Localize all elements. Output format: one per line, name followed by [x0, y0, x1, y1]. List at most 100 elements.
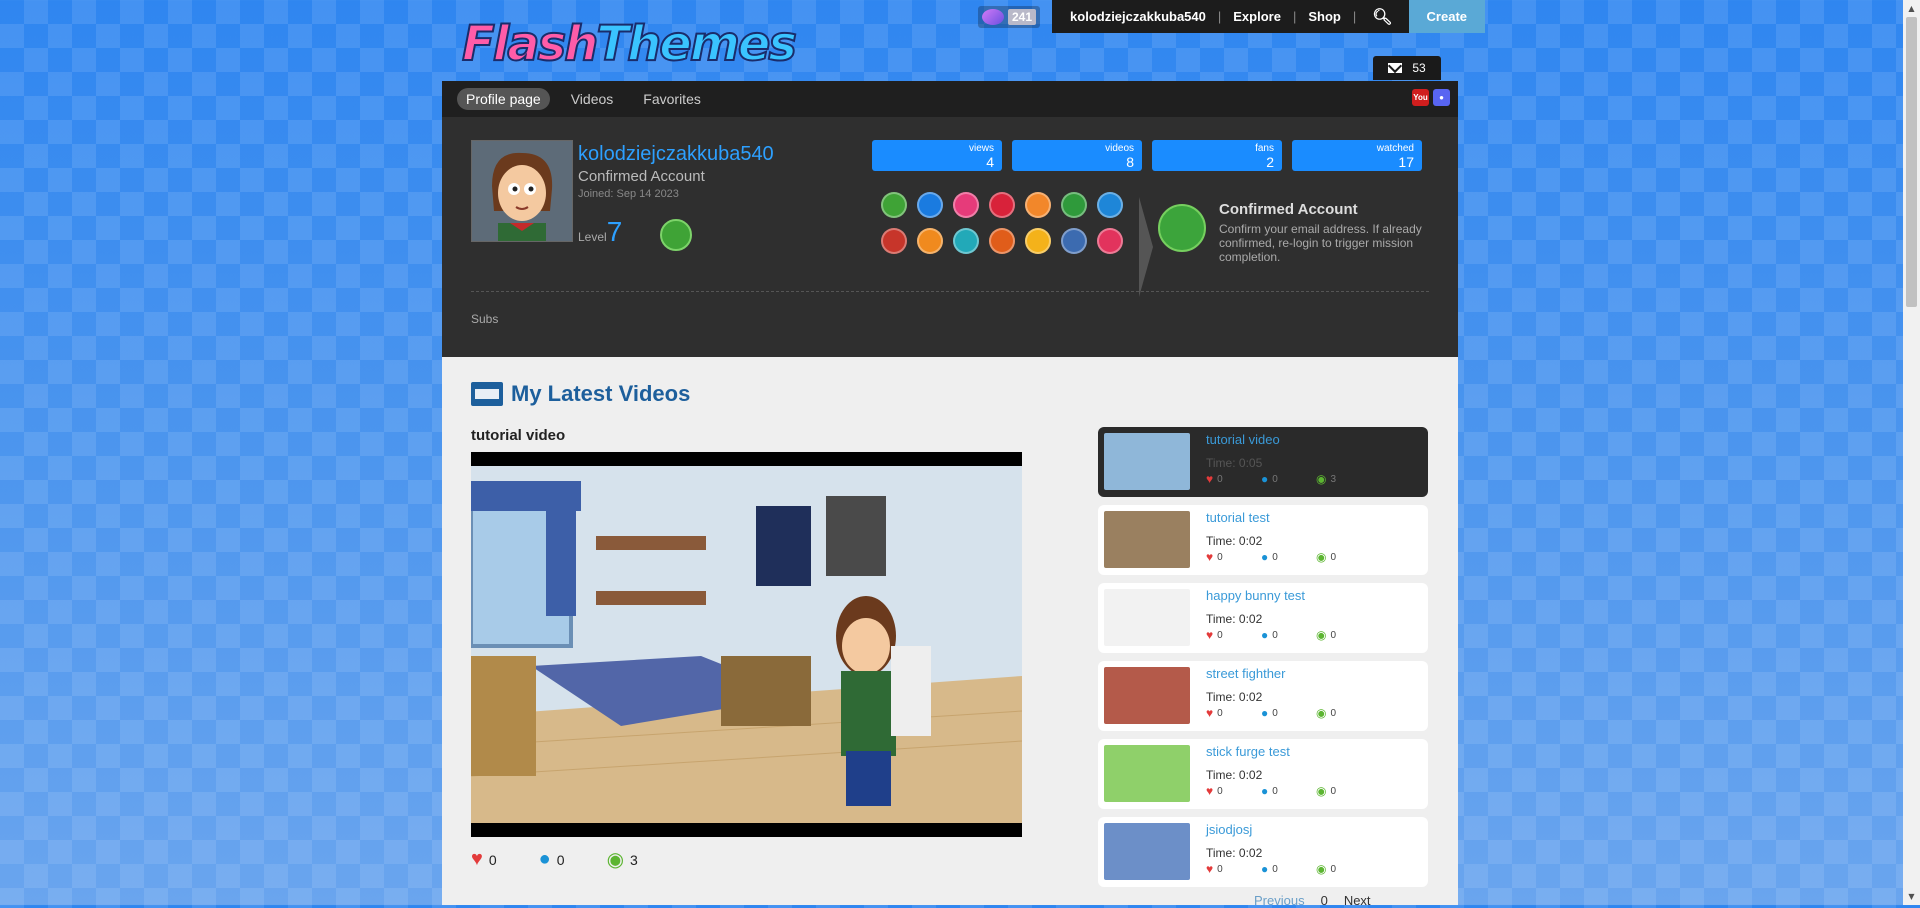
- tab-videos[interactable]: Videos: [562, 88, 623, 110]
- achievement-badge-icon[interactable]: [1097, 228, 1123, 254]
- video-duration: Time: 0:02: [1206, 534, 1263, 548]
- video-counts: ♥ 0 ● 0 ◉ 0: [1206, 784, 1371, 798]
- scroll-thumb[interactable]: [1906, 17, 1917, 307]
- logo-flash: Flash: [461, 15, 599, 73]
- achievement-badge-icon[interactable]: [1061, 228, 1087, 254]
- video-counts: ♥ 0 ● 0 ◉ 0: [1206, 706, 1371, 720]
- shop-link[interactable]: Shop: [1296, 0, 1353, 33]
- views-count: 0: [1330, 863, 1337, 875]
- views-count: 3: [1330, 473, 1337, 485]
- achievement-badge-icon[interactable]: [1097, 192, 1123, 218]
- current-video-stats: ♥ 0 ● 0 ◉ 3: [471, 847, 680, 872]
- latest-videos-heading: My Latest Videos: [471, 381, 690, 407]
- stat-videos: videos 8: [1012, 140, 1142, 171]
- stat-value: 17: [1398, 154, 1414, 170]
- stat-views: views 4: [872, 140, 1002, 171]
- video-title-link[interactable]: happy bunny test: [1206, 588, 1305, 603]
- scroll-up-icon[interactable]: ▲: [1903, 0, 1920, 17]
- comments-count: 0: [1272, 473, 1278, 485]
- achievement-badge-icon[interactable]: [1061, 192, 1087, 218]
- achievement-badge-icon[interactable]: [881, 192, 907, 218]
- stat-label: videos: [1105, 143, 1134, 154]
- video-thumbnail[interactable]: [1104, 667, 1190, 724]
- comment-icon: ●: [1261, 784, 1269, 798]
- video-thumbnail[interactable]: [1104, 589, 1190, 646]
- achievement-badge-icon[interactable]: [989, 228, 1015, 254]
- video-counts: ♥ 0 ● 0 ◉ 0: [1206, 862, 1371, 876]
- search-icon[interactable]: 🔍︎: [1356, 0, 1408, 33]
- achievement-badge-icon[interactable]: [953, 192, 979, 218]
- pagination: Previous 0 Next: [1254, 893, 1371, 908]
- stat-label: fans: [1255, 143, 1274, 154]
- avatar: [471, 140, 573, 242]
- explore-link[interactable]: Explore: [1221, 0, 1293, 33]
- views-count: 0: [1330, 785, 1337, 797]
- video-thumbnail[interactable]: [1104, 433, 1190, 490]
- likes-stat: ♥ 0: [471, 848, 497, 871]
- coin-counter[interactable]: 241: [978, 5, 1041, 28]
- video-counts: ♥ 0 ● 0 ◉ 0: [1206, 550, 1371, 564]
- likes-count: 0: [1217, 863, 1223, 875]
- video-list-item[interactable]: tutorial test Time: 0:02 ♥ 0 ● 0 ◉ 0: [1098, 505, 1428, 575]
- eye-icon: ◉: [606, 849, 625, 871]
- achievement-badge-icon[interactable]: [1025, 192, 1051, 218]
- comments-count: 0: [1272, 629, 1278, 641]
- level-number: 7: [606, 216, 623, 247]
- comment-icon: ●: [1261, 550, 1269, 564]
- video-title-link[interactable]: street fighther: [1206, 666, 1286, 681]
- scrollbar[interactable]: ▲ ▼: [1903, 0, 1920, 905]
- video-duration: Time: 0:02: [1206, 846, 1263, 860]
- youtube-icon[interactable]: You: [1412, 89, 1429, 106]
- eye-icon: ◉: [1316, 784, 1327, 798]
- video-title-link[interactable]: tutorial video: [1206, 432, 1280, 447]
- achievement-badge-icon[interactable]: [953, 228, 979, 254]
- level-badge-icon[interactable]: [660, 219, 692, 251]
- video-thumbnail[interactable]: [1104, 823, 1190, 880]
- page-number: 0: [1320, 893, 1328, 908]
- next-link[interactable]: Next: [1344, 893, 1371, 908]
- video-list-item[interactable]: happy bunny test Time: 0:02 ♥ 0 ● 0 ◉ 0: [1098, 583, 1428, 653]
- video-preview[interactable]: [471, 466, 1022, 823]
- video-list-item[interactable]: stick furge test Time: 0:02 ♥ 0 ● 0 ◉ 0: [1098, 739, 1428, 809]
- comments-count: 0: [556, 851, 565, 868]
- profile-header: kolodziejczakkuba540 Confirmed Account J…: [442, 117, 1458, 357]
- video-list-item[interactable]: tutorial video Time: 0:05 ♥ 0 ● 0 ◉ 3: [1098, 427, 1428, 497]
- heart-icon: ♥: [1206, 706, 1214, 720]
- discord-icon[interactable]: ●: [1433, 89, 1450, 106]
- coin-icon: [982, 8, 1004, 25]
- main-container: Profile page Videos Favorites You ● kolo…: [442, 81, 1458, 908]
- user-menu-link[interactable]: kolodziejczakkuba540: [1058, 0, 1218, 33]
- heart-icon: ♥: [1206, 472, 1214, 486]
- achievement-badge-icon[interactable]: [881, 228, 907, 254]
- achievement-badge-icon[interactable]: [917, 228, 943, 254]
- mission-title: Confirmed Account: [1219, 201, 1358, 218]
- film-icon: [471, 382, 503, 406]
- video-title-link[interactable]: jsiodjosj: [1206, 822, 1252, 837]
- achievement-badge-icon[interactable]: [989, 192, 1015, 218]
- scroll-down-icon[interactable]: ▼: [1903, 888, 1920, 905]
- level-display: Level7: [578, 216, 622, 248]
- views-count: 3: [630, 851, 638, 868]
- previous-link[interactable]: Previous: [1254, 893, 1305, 908]
- comment-icon: ●: [538, 848, 551, 870]
- latest-videos-title: My Latest Videos: [511, 381, 691, 406]
- achievement-badge-icon[interactable]: [1025, 228, 1051, 254]
- video-list-item[interactable]: street fighther Time: 0:02 ♥ 0 ● 0 ◉ 0: [1098, 661, 1428, 731]
- stat-label: views: [968, 143, 994, 154]
- achievement-badge-icon[interactable]: [917, 192, 943, 218]
- video-title-link[interactable]: tutorial test: [1206, 510, 1270, 525]
- main-nav: kolodziejczakkuba540 | Explore | Shop | …: [1052, 0, 1486, 33]
- comments-count: 0: [1272, 785, 1278, 797]
- video-title-link[interactable]: stick furge test: [1206, 744, 1290, 759]
- tab-profile-page[interactable]: Profile page: [457, 88, 550, 110]
- likes-count: 0: [1217, 473, 1223, 485]
- video-thumbnail[interactable]: [1104, 511, 1190, 568]
- create-button[interactable]: Create: [1408, 0, 1486, 33]
- mail-badge[interactable]: 53: [1373, 56, 1441, 80]
- eye-icon: ◉: [1316, 628, 1327, 642]
- video-player[interactable]: [471, 452, 1022, 837]
- video-list-item[interactable]: jsiodjosj Time: 0:02 ♥ 0 ● 0 ◉ 0: [1098, 817, 1428, 887]
- video-thumbnail[interactable]: [1104, 745, 1190, 802]
- site-logo[interactable]: FlashThemes: [461, 15, 798, 73]
- tab-favorites[interactable]: Favorites: [634, 88, 710, 110]
